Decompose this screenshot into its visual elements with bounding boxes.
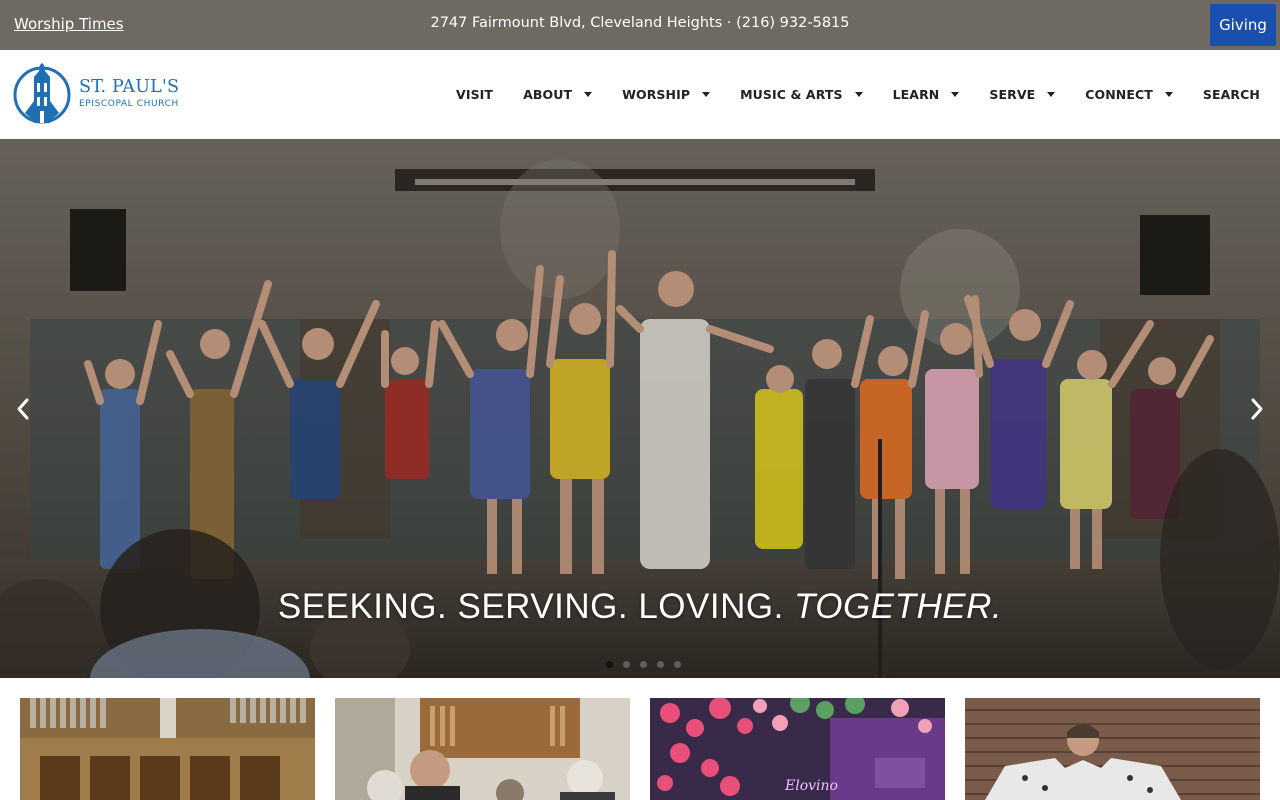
slider-prev-button[interactable] xyxy=(8,394,38,424)
nav-about[interactable]: ABOUT xyxy=(523,87,593,102)
svg-text:Elovino: Elovino xyxy=(784,778,838,794)
worship-service-image xyxy=(335,698,630,800)
slider-dot-4[interactable] xyxy=(657,661,664,668)
church-logo[interactable]: ST. PAUL'S EPISCOPAL CHURCH xyxy=(13,63,183,127)
nav-label: WORSHIP xyxy=(622,87,691,102)
nav-label: CONNECT xyxy=(1085,87,1153,102)
nav-serve[interactable]: SERVE xyxy=(989,87,1056,102)
feature-cards: Elovino xyxy=(0,698,1280,800)
nav-label: LEARN xyxy=(892,87,940,102)
card-performance[interactable] xyxy=(965,698,1260,800)
logo-name: ST. PAUL'S xyxy=(79,77,180,97)
tagline-emphasis: TOGETHER. xyxy=(794,587,1003,626)
caret-down-icon xyxy=(854,92,863,97)
slider-dot-2[interactable] xyxy=(623,661,630,668)
slider-dots xyxy=(606,661,681,668)
chevron-right-icon xyxy=(1251,398,1263,420)
address-phone: 2747 Fairmount Blvd, Cleveland Heights ·… xyxy=(430,15,850,31)
church-tower-logo-icon xyxy=(13,63,71,124)
slider-dot-3[interactable] xyxy=(640,661,647,668)
tagline-main: SEEKING. SERVING. LOVING. xyxy=(277,587,795,626)
nav-worship[interactable]: WORSHIP xyxy=(622,87,711,102)
card-organ-altar[interactable] xyxy=(20,698,315,800)
site-header: ST. PAUL'S EPISCOPAL CHURCH VISIT ABOUT … xyxy=(0,50,1280,139)
slider-dot-5[interactable] xyxy=(674,661,681,668)
nav-label: SEARCH xyxy=(1202,87,1260,102)
nav-label: MUSIC & ARTS xyxy=(740,87,843,102)
performance-image xyxy=(965,698,1260,800)
worship-times-link[interactable]: Worship Times xyxy=(14,15,124,33)
nav-music-arts[interactable]: MUSIC & ARTS xyxy=(740,87,863,102)
nav-connect[interactable]: CONNECT xyxy=(1085,87,1173,102)
card-arts-event[interactable]: Elovino xyxy=(650,698,945,800)
card-worship-service[interactable] xyxy=(335,698,630,800)
top-bar: Worship Times 2747 Fairmount Blvd, Cleve… xyxy=(0,0,1280,50)
caret-down-icon xyxy=(584,92,593,97)
hero-tagline: SEEKING. SERVING. LOVING. TOGETHER. xyxy=(0,587,1280,627)
slider-next-button[interactable] xyxy=(1242,394,1272,424)
nav-learn[interactable]: LEARN xyxy=(893,87,960,102)
logo-subtitle: EPISCOPAL CHURCH xyxy=(79,99,179,109)
hero-slider: SEEKING. SERVING. LOVING. TOGETHER. xyxy=(0,139,1280,678)
giving-button[interactable]: Giving xyxy=(1210,4,1276,46)
nav-search[interactable]: SEARCH xyxy=(1203,87,1260,102)
nav-label: ABOUT xyxy=(523,87,573,102)
organ-altar-image xyxy=(20,698,315,800)
slider-dot-1[interactable] xyxy=(606,661,613,668)
caret-down-icon xyxy=(1047,92,1056,97)
caret-down-icon xyxy=(1164,92,1173,97)
nav-label: VISIT xyxy=(456,87,494,102)
chevron-left-icon xyxy=(17,398,29,420)
arts-event-image: Elovino xyxy=(650,698,945,800)
main-nav: VISIT ABOUT WORSHIP MUSIC & ARTS LEARN S… xyxy=(426,50,1260,139)
caret-down-icon xyxy=(951,92,960,97)
nav-visit[interactable]: VISIT xyxy=(456,87,493,102)
caret-down-icon xyxy=(702,92,711,97)
nav-label: SERVE xyxy=(989,87,1036,102)
